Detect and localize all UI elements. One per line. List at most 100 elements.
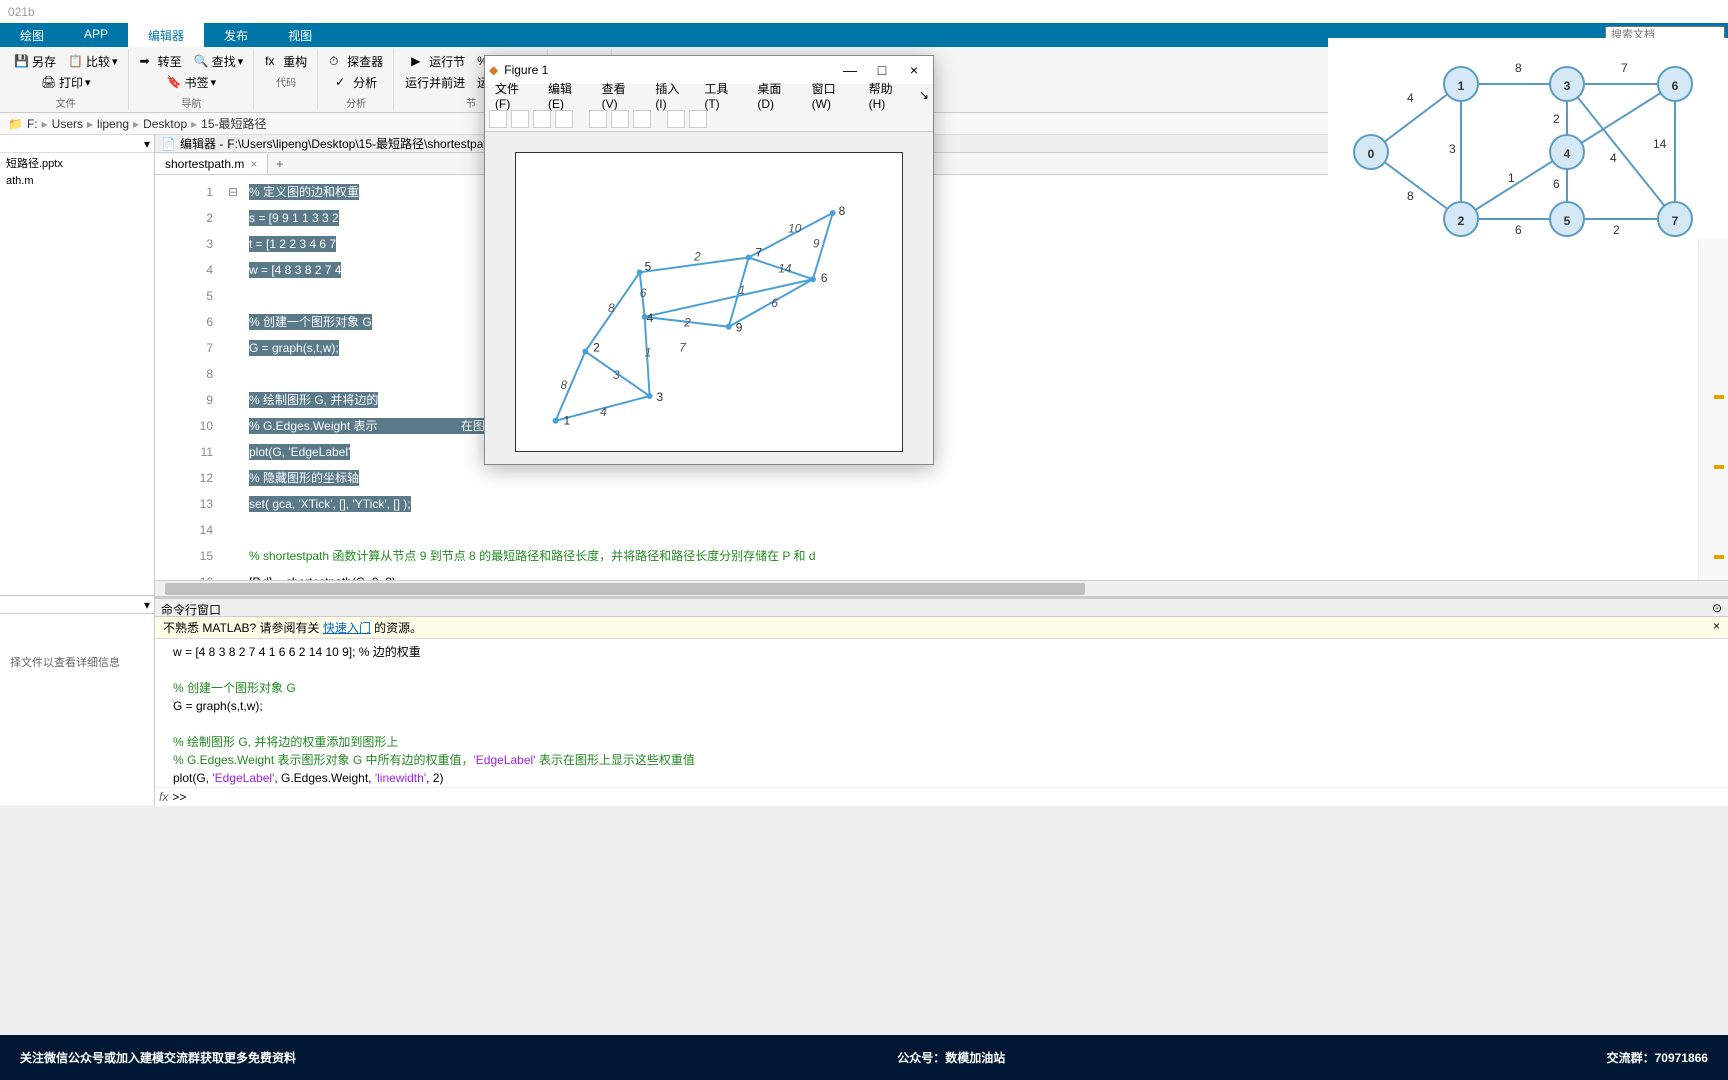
tab-app[interactable]: APP	[64, 23, 128, 47]
fold-gutter[interactable]: ⊟	[225, 175, 241, 580]
line-number-gutter: 12345678910111213141516	[155, 175, 225, 580]
menu-overflow-icon[interactable]: ↘	[919, 88, 929, 102]
editor-file-icon: 📄	[161, 137, 176, 151]
link-icon[interactable]	[589, 110, 607, 128]
svg-text:5: 5	[1564, 214, 1571, 228]
breadcrumb-item[interactable]: 15-最短路径	[201, 115, 266, 132]
group-nav-label: 导航	[181, 95, 201, 110]
svg-text:4: 4	[647, 311, 654, 325]
folder-dropdown-icon[interactable]: ▾	[144, 137, 150, 151]
tab-view[interactable]: 视图	[268, 23, 332, 47]
menu-edit[interactable]: 编辑(E)	[542, 78, 594, 113]
goto-button[interactable]: ➡转至	[136, 51, 186, 72]
add-tab-button[interactable]: +	[268, 154, 291, 174]
svg-text:2: 2	[683, 316, 691, 330]
workspace-dropdown-icon[interactable]: ▾	[144, 598, 150, 612]
print-icon: 🖨	[41, 75, 57, 91]
refactor-button[interactable]: fx重构	[261, 51, 311, 72]
file-tab-label: shortestpath.m	[165, 157, 244, 171]
figure-axes[interactable]: 123 456 789 843 861 221 61410 97	[515, 152, 903, 452]
new-fig-icon[interactable]	[489, 110, 507, 128]
svg-text:2: 2	[1553, 112, 1560, 126]
legend-icon[interactable]	[633, 110, 651, 128]
profiler-button[interactable]: ⏱探查器	[325, 51, 387, 72]
folder-item[interactable]: 短路径.pptx	[0, 153, 154, 173]
file-tab[interactable]: shortestpath.m ×	[155, 154, 268, 174]
command-output[interactable]: w = [4 8 3 8 2 7 4 1 6 6 2 14 10 9]; % 边…	[155, 639, 1728, 787]
save-fig-icon[interactable]	[533, 110, 551, 128]
welcome-notice: 不熟悉 MATLAB? 请参阅有关 快速入门 的资源。 ×	[155, 617, 1728, 639]
find-button[interactable]: 🔍查找▾	[190, 51, 248, 72]
svg-text:6: 6	[771, 296, 778, 310]
tab-editor[interactable]: 编辑器	[128, 23, 204, 47]
bookmark-button[interactable]: 🔖书签▾	[163, 72, 221, 93]
workspace-panel: ▾ 择文件以查看详细信息	[0, 595, 155, 805]
svg-text:3: 3	[657, 390, 664, 404]
close-tab-icon[interactable]: ×	[250, 157, 257, 171]
svg-text:8: 8	[1407, 189, 1414, 203]
menu-insert[interactable]: 插入(I)	[649, 78, 696, 113]
group-section-label: 节	[466, 95, 476, 110]
matlab-icon: ◆	[489, 63, 498, 77]
command-prompt-line[interactable]: fx >>	[155, 787, 1728, 806]
menu-tools[interactable]: 工具(T)	[698, 78, 749, 113]
pointer-icon[interactable]	[667, 110, 685, 128]
graph-plot: 123 456 789 843 861 221 61410 97	[516, 153, 902, 451]
menu-window[interactable]: 窗口(W)	[806, 78, 861, 113]
command-window-menu-icon[interactable]: ⊙	[1712, 601, 1722, 614]
menu-file[interactable]: 文件(F)	[489, 78, 540, 113]
save-icon: 💾	[14, 54, 30, 70]
hscroll-thumb[interactable]	[165, 583, 1085, 595]
prompt-text: >>	[172, 790, 186, 804]
folder-icon: 📁	[8, 117, 23, 131]
breadcrumb-item[interactable]: Users	[52, 117, 83, 131]
open-fig-icon[interactable]	[511, 110, 529, 128]
save-button[interactable]: 💾另存	[10, 51, 60, 72]
folder-browser: ▾ 短路径.pptx ath.m	[0, 135, 155, 596]
svg-text:2: 2	[593, 340, 600, 354]
svg-text:4: 4	[1407, 91, 1414, 105]
menu-desktop[interactable]: 桌面(D)	[751, 78, 803, 113]
svg-text:2: 2	[1458, 214, 1465, 228]
figure-title: Figure 1	[504, 63, 548, 77]
warning-marker[interactable]	[1714, 555, 1724, 559]
analyze-icon: ✓	[335, 75, 351, 91]
tab-plot[interactable]: 绘图	[0, 23, 64, 47]
tab-publish[interactable]: 发布	[204, 23, 268, 47]
svg-text:4: 4	[1564, 147, 1571, 161]
group-code-label: 代码	[276, 74, 296, 89]
print-fig-icon[interactable]	[555, 110, 573, 128]
svg-text:1: 1	[1458, 79, 1465, 93]
app-title: 021b	[8, 5, 35, 19]
analyze-button[interactable]: ✓分析	[331, 72, 381, 93]
folder-item[interactable]: ath.m	[0, 173, 154, 189]
svg-text:1: 1	[564, 414, 571, 428]
menu-help[interactable]: 帮助(H)	[863, 78, 915, 113]
compare-button[interactable]: 📋比较▾	[64, 51, 122, 72]
warning-marker[interactable]	[1714, 395, 1724, 399]
svg-text:9: 9	[736, 321, 743, 335]
find-icon: 🔍	[194, 54, 210, 70]
svg-text:14: 14	[1653, 137, 1667, 151]
run-advance-button[interactable]: 运行并前进	[401, 72, 469, 93]
breadcrumb-item[interactable]: Desktop	[143, 117, 187, 131]
colorbar-icon[interactable]	[611, 110, 629, 128]
menu-view[interactable]: 查看(V)	[596, 78, 648, 113]
breadcrumb-item[interactable]: F:	[27, 117, 38, 131]
svg-text:7: 7	[1672, 214, 1679, 228]
refactor-icon: fx	[265, 54, 281, 70]
datatip-icon[interactable]	[689, 110, 707, 128]
print-button[interactable]: 🖨打印▾	[37, 72, 95, 93]
close-notice-icon[interactable]: ×	[1713, 619, 1720, 636]
compare-icon: 📋	[68, 54, 84, 70]
figure-window[interactable]: ◆ Figure 1 — □ × 文件(F) 编辑(E) 查看(V) 插入(I)…	[484, 55, 934, 465]
reference-graph: 483826167421410901234567	[1338, 48, 1728, 248]
breadcrumb-item[interactable]: lipeng	[97, 117, 129, 131]
run-section-button[interactable]: ▶运行节	[407, 51, 469, 72]
editor-hscrollbar[interactable]	[155, 580, 1728, 596]
warning-marker[interactable]	[1714, 465, 1724, 469]
reference-graph-overlay: 483826167421410901234567	[1328, 38, 1728, 238]
svg-text:2: 2	[693, 249, 701, 263]
svg-text:7: 7	[679, 340, 686, 354]
quickstart-link[interactable]: 快速入门	[323, 621, 371, 635]
